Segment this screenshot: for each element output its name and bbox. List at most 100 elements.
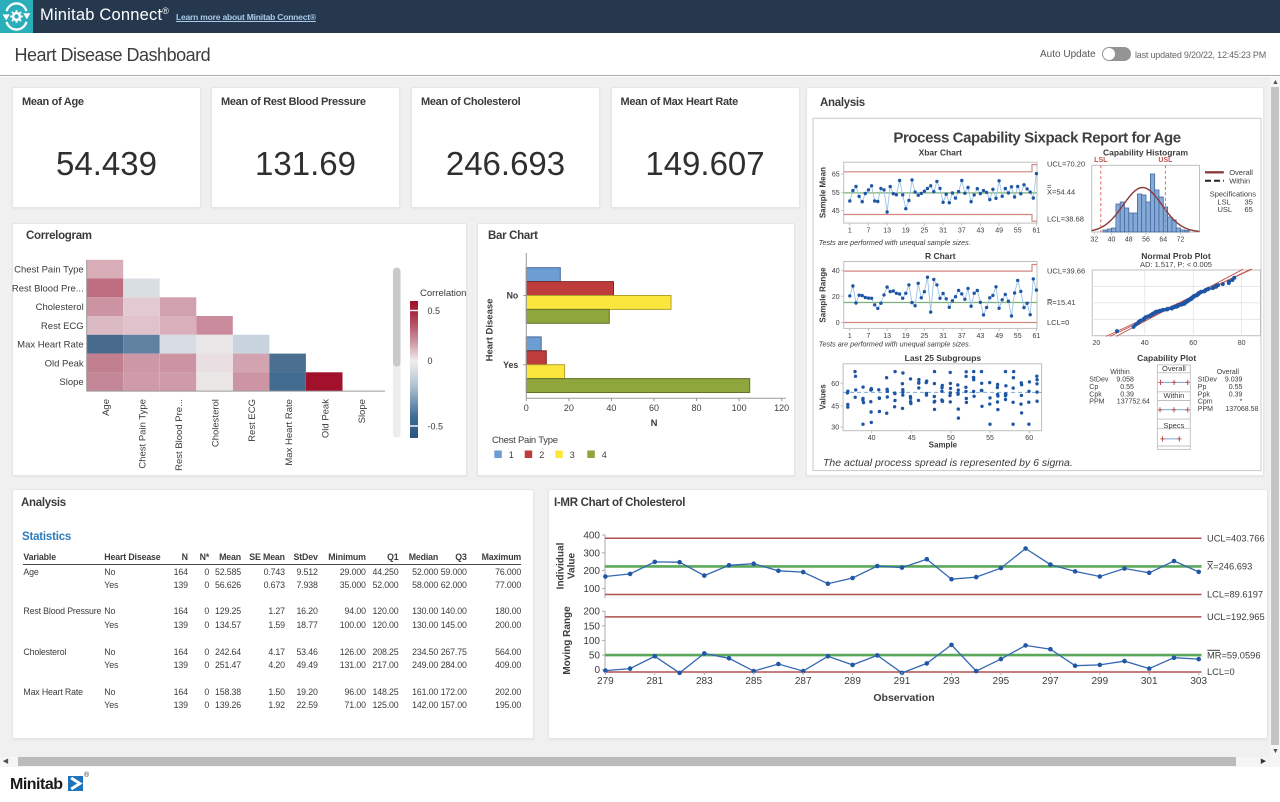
svg-text:9.058: 9.058 bbox=[1116, 377, 1134, 384]
svg-text:Sample: Sample bbox=[929, 441, 958, 450]
svg-text:0.55: 0.55 bbox=[1229, 384, 1243, 391]
svg-text:50: 50 bbox=[588, 651, 600, 662]
svg-text:N: N bbox=[651, 418, 658, 429]
svg-text:Moving Range: Moving Range bbox=[561, 606, 572, 675]
svg-text:Max Heart Rate: Max Heart Rate bbox=[17, 340, 84, 351]
svg-text:Chest Pain Type: Chest Pain Type bbox=[14, 265, 84, 276]
svg-text:25: 25 bbox=[921, 228, 929, 235]
svg-text:PPM: PPM bbox=[1089, 399, 1104, 406]
svg-text:Rest ECG: Rest ECG bbox=[247, 399, 258, 442]
svg-text:0.5: 0.5 bbox=[428, 306, 441, 316]
svg-text:0: 0 bbox=[428, 356, 433, 366]
svg-text:61: 61 bbox=[1033, 228, 1041, 235]
svg-text:43: 43 bbox=[977, 228, 985, 235]
svg-text:Heart Disease: Heart Disease bbox=[485, 299, 496, 362]
svg-text:55: 55 bbox=[832, 190, 840, 197]
svg-text:The actual process spread is r: The actual process spread is represented… bbox=[823, 457, 1073, 469]
svg-text:283: 283 bbox=[696, 676, 713, 687]
svg-text:32: 32 bbox=[1090, 237, 1098, 244]
svg-text:Yes: Yes bbox=[503, 360, 518, 370]
svg-text:Capability Plot: Capability Plot bbox=[1137, 353, 1196, 363]
svg-text:Sample Range: Sample Range bbox=[819, 267, 828, 323]
svg-text:64: 64 bbox=[1159, 237, 1167, 244]
svg-text:AD: 1.517, P: < 0.005: AD: 1.517, P: < 0.005 bbox=[1140, 260, 1212, 269]
svg-text:X=246.693: X=246.693 bbox=[1207, 562, 1252, 572]
svg-text:43: 43 bbox=[977, 333, 985, 340]
svg-text:LCL=0: LCL=0 bbox=[1207, 667, 1235, 677]
svg-text:100: 100 bbox=[583, 584, 600, 595]
svg-text:Correlation: Correlation bbox=[420, 288, 466, 299]
svg-text:60: 60 bbox=[1025, 435, 1033, 442]
svg-text:Slope: Slope bbox=[59, 377, 83, 388]
svg-text:LCL=89.6197: LCL=89.6197 bbox=[1207, 590, 1263, 600]
svg-text:Cp: Cp bbox=[1089, 384, 1098, 391]
svg-text:Ppk: Ppk bbox=[1198, 391, 1211, 398]
svg-text:45: 45 bbox=[832, 208, 840, 215]
svg-text:UCL=403.766: UCL=403.766 bbox=[1207, 534, 1265, 544]
svg-text:48: 48 bbox=[1125, 237, 1133, 244]
svg-text:UCL=70.20: UCL=70.20 bbox=[1047, 160, 1085, 169]
svg-text:291: 291 bbox=[893, 676, 910, 687]
svg-text:LSL: LSL bbox=[1094, 157, 1108, 164]
svg-text:200: 200 bbox=[583, 607, 600, 618]
svg-text:*: * bbox=[1240, 399, 1243, 406]
svg-text:Max Heart Rate: Max Heart Rate bbox=[284, 399, 295, 466]
svg-text:60: 60 bbox=[831, 381, 839, 388]
svg-text:279: 279 bbox=[597, 676, 614, 687]
svg-text:Process Capability Sixpack Rep: Process Capability Sixpack Report for Ag… bbox=[893, 130, 1180, 147]
svg-text:LCL=0: LCL=0 bbox=[1047, 318, 1069, 327]
svg-text:4: 4 bbox=[602, 450, 607, 460]
svg-text:400: 400 bbox=[583, 531, 600, 542]
svg-text:100: 100 bbox=[583, 636, 600, 647]
svg-text:0: 0 bbox=[594, 665, 600, 676]
svg-text:PPM: PPM bbox=[1198, 406, 1213, 413]
svg-text:StDev: StDev bbox=[1089, 377, 1109, 384]
svg-text:Overall: Overall bbox=[1162, 364, 1186, 373]
svg-text:55: 55 bbox=[986, 435, 994, 442]
svg-text:LCL=38.68: LCL=38.68 bbox=[1047, 215, 1084, 224]
svg-text:Within: Within bbox=[1110, 369, 1130, 376]
svg-text:Cpm: Cpm bbox=[1198, 399, 1213, 406]
svg-text:40: 40 bbox=[1141, 340, 1149, 347]
svg-text:80: 80 bbox=[691, 403, 701, 413]
svg-text:Cpk: Cpk bbox=[1089, 391, 1102, 398]
svg-text:301: 301 bbox=[1140, 676, 1157, 687]
svg-text:Rest Blood Pre...: Rest Blood Pre... bbox=[174, 399, 185, 471]
svg-text:Values: Values bbox=[819, 384, 828, 410]
svg-text:45: 45 bbox=[831, 404, 839, 411]
svg-text:Last 25 Subgroups: Last 25 Subgroups bbox=[905, 353, 982, 363]
svg-text:X=54.44: X=54.44 bbox=[1047, 188, 1075, 197]
svg-text:1: 1 bbox=[848, 228, 852, 235]
svg-text:2: 2 bbox=[539, 450, 544, 460]
svg-text:30: 30 bbox=[831, 425, 839, 432]
svg-text:-0.5: -0.5 bbox=[428, 422, 444, 432]
svg-text:56: 56 bbox=[1142, 237, 1150, 244]
svg-text:Tests are performed with unequ: Tests are performed with unequal sample … bbox=[819, 339, 971, 348]
svg-text:Chest Pain Type: Chest Pain Type bbox=[492, 435, 558, 446]
svg-text:19: 19 bbox=[902, 228, 910, 235]
svg-text:297: 297 bbox=[1042, 676, 1059, 687]
svg-text:R Chart: R Chart bbox=[925, 251, 956, 261]
svg-text:200: 200 bbox=[583, 566, 600, 577]
svg-text:Cholesterol: Cholesterol bbox=[36, 302, 84, 313]
svg-text:0.39: 0.39 bbox=[1229, 391, 1243, 398]
svg-text:40: 40 bbox=[1108, 237, 1116, 244]
svg-text:7: 7 bbox=[867, 228, 871, 235]
svg-text:65: 65 bbox=[832, 172, 840, 179]
svg-text:45: 45 bbox=[908, 435, 916, 442]
svg-text:303: 303 bbox=[1190, 676, 1207, 687]
svg-text:Observation: Observation bbox=[873, 692, 934, 704]
svg-text:Rest ECG: Rest ECG bbox=[41, 321, 84, 332]
svg-text:StDev: StDev bbox=[1198, 377, 1218, 384]
svg-text:55: 55 bbox=[1014, 333, 1022, 340]
svg-text:Individual: Individual bbox=[555, 542, 566, 589]
svg-text:Chest Pain Type: Chest Pain Type bbox=[138, 399, 149, 469]
svg-text:Sample Mean: Sample Mean bbox=[819, 167, 828, 218]
svg-text:Within: Within bbox=[1229, 176, 1250, 185]
svg-text:299: 299 bbox=[1091, 676, 1108, 687]
svg-text:USL: USL bbox=[1218, 205, 1233, 214]
svg-text:Xbar Chart: Xbar Chart bbox=[919, 148, 963, 158]
svg-text:60: 60 bbox=[649, 403, 659, 413]
svg-text:Age: Age bbox=[101, 399, 112, 416]
svg-text:20: 20 bbox=[564, 403, 574, 413]
